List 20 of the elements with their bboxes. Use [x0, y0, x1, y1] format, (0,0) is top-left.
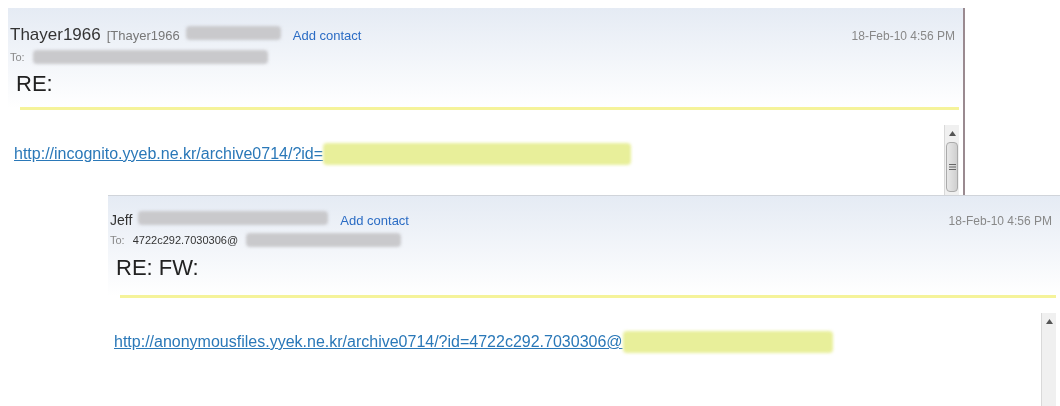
grip-icon: [948, 164, 956, 170]
to-label: To:: [10, 49, 25, 65]
subject: RE: FW:: [115, 253, 200, 282]
sender-name: Thayer1966: [10, 24, 101, 46]
scroll-thumb[interactable]: [946, 142, 958, 192]
add-contact-link[interactable]: Add contact: [292, 26, 362, 46]
link[interactable]: http://anonymousfiles.yyek.ne.kr/archive0714/?id=4722c292.7030306@: [114, 330, 623, 354]
add-contact-link[interactable]: Add contact: [340, 211, 409, 231]
to-label: To:: [110, 233, 125, 248]
scroll-up-icon[interactable]: [1045, 319, 1053, 324]
sender-name: Jeff: [110, 211, 133, 230]
scrollbar[interactable]: [944, 125, 959, 198]
recipient-address: 4722c292.7030306@: [132, 233, 239, 248]
sender-address: [Thayer1966: [106, 27, 180, 45]
scroll-up-icon[interactable]: [948, 131, 956, 136]
link[interactable]: http://incognito.yyeb.ne.kr/archive0714/?id=: [14, 142, 324, 166]
subject: RE:: [15, 70, 54, 98]
message-date: 18-Feb-10 4:56 PM: [851, 28, 955, 45]
message-date: 18-Feb-10 4:56 PM: [948, 213, 1052, 230]
scrollbar[interactable]: [1041, 313, 1056, 406]
